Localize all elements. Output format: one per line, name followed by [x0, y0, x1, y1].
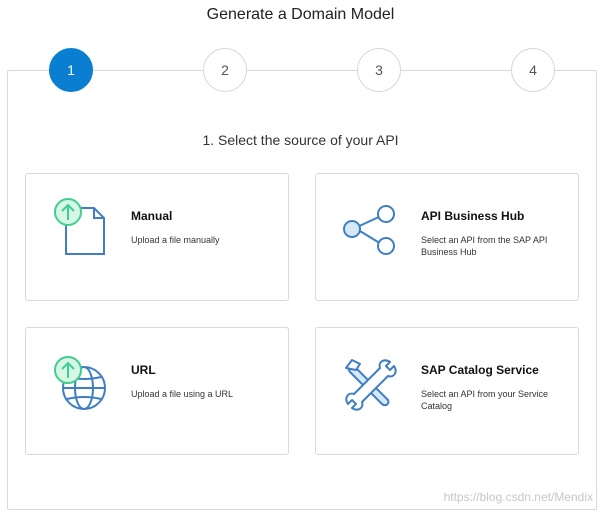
share-nodes-icon [338, 196, 402, 260]
card-title: Manual [131, 209, 173, 223]
source-card-api-business-hub[interactable]: API Business Hub Select an API from the … [315, 173, 579, 301]
card-description: Select an API from your Service Catalog [421, 389, 549, 411]
watermark-text: https://blog.csdn.net/Mendix [443, 490, 593, 504]
card-title: API Business Hub [421, 209, 525, 223]
dialog-title: Generate a Domain Model [206, 6, 395, 23]
step-3-indicator[interactable]: 3 [357, 48, 401, 92]
globe-upload-icon [48, 350, 112, 414]
card-description: Upload a file manually [131, 235, 220, 245]
source-card-manual[interactable]: Manual Upload a file manually [25, 173, 289, 301]
step-2-indicator[interactable]: 2 [203, 48, 247, 92]
card-title: URL [131, 363, 156, 377]
wrench-screwdriver-icon [338, 350, 402, 414]
source-card-sap-catalog-service[interactable]: SAP Catalog Service Select an API from y… [315, 327, 579, 455]
card-description: Upload a file using a URL [131, 389, 234, 399]
card-description: Select an API from the SAP API Business … [421, 235, 548, 257]
source-card-url[interactable]: URL Upload a file using a URL [25, 327, 289, 455]
file-upload-icon [48, 196, 112, 260]
step-4-indicator[interactable]: 4 [511, 48, 555, 92]
step-1-indicator[interactable]: 1 [49, 48, 93, 92]
step-progress-line [71, 70, 533, 71]
card-title: SAP Catalog Service [421, 363, 539, 377]
section-heading: 1. Select the source of your API [202, 132, 399, 148]
